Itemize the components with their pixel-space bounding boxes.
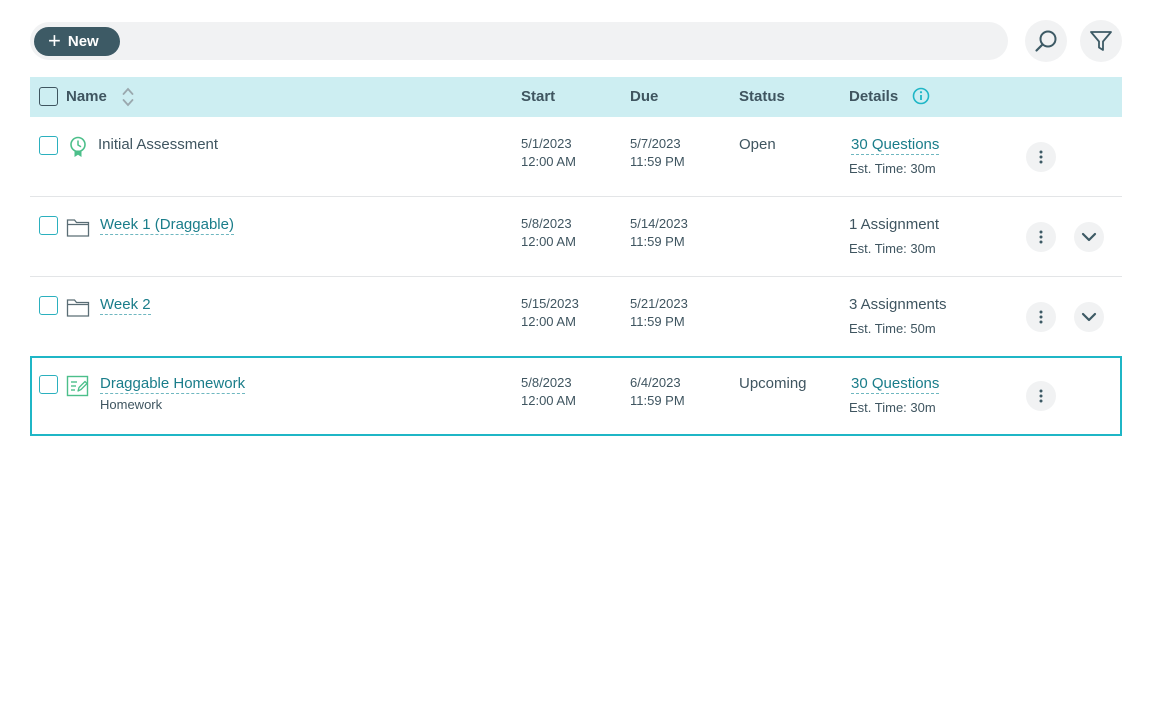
header-name[interactable]: Name xyxy=(66,77,107,117)
header-start: Start xyxy=(521,88,556,105)
row-checkbox[interactable] xyxy=(39,136,58,155)
assessment-badge-icon xyxy=(70,136,86,157)
assignment-count: 3 Assignments xyxy=(849,296,947,313)
est-time: Est. Time: 30m xyxy=(849,241,936,256)
more-options-button[interactable] xyxy=(1026,381,1056,411)
new-button-label: New xyxy=(67,33,99,50)
est-time: Est. Time: 50m xyxy=(849,321,936,336)
folder-icon xyxy=(66,219,90,237)
toolbar xyxy=(30,22,1008,60)
header-details: Details xyxy=(849,88,899,105)
table-row[interactable]: Draggable Homework Homework 5/8/2023 12:0… xyxy=(30,356,1122,436)
item-name-link[interactable]: Week 1 (Draggable) xyxy=(100,216,234,235)
start-date: 5/1/2023 12:00 AM xyxy=(521,136,576,169)
assignment-count: 1 Assignment xyxy=(849,216,940,233)
row-checkbox[interactable] xyxy=(39,216,58,235)
expand-button[interactable] xyxy=(1074,302,1104,332)
kebab-icon xyxy=(1039,150,1043,164)
table-row[interactable]: Week 2 5/15/2023 12:00 AM 5/21/2023 11:59 … xyxy=(30,277,1122,357)
kebab-icon xyxy=(1039,230,1043,244)
start-date: 5/8/2023 12:00 AM xyxy=(521,375,576,408)
item-type-label: Homework xyxy=(100,397,163,412)
due-date: 5/14/2023 11:59 PM xyxy=(630,216,688,249)
due-date: 5/7/2023 11:59 PM xyxy=(630,136,685,169)
item-name-link[interactable]: Week 2 xyxy=(100,296,151,315)
status-text: Open xyxy=(739,136,776,153)
filter-button[interactable] xyxy=(1080,20,1122,62)
item-name-link[interactable]: Draggable Homework xyxy=(100,375,246,394)
filter-icon xyxy=(1090,31,1112,51)
select-all-checkbox[interactable] xyxy=(39,87,58,106)
more-options-button[interactable] xyxy=(1026,302,1056,332)
item-name: Initial Assessment xyxy=(98,136,219,153)
header-due: Due xyxy=(630,88,659,105)
folder-icon xyxy=(66,299,90,317)
sort-icon[interactable] xyxy=(122,86,134,108)
table-row[interactable]: Initial Assessment 5/1/2023 12:00 AM 5/7/… xyxy=(30,117,1122,197)
row-checkbox[interactable] xyxy=(39,375,58,394)
start-date: 5/8/2023 12:00 AM xyxy=(521,216,576,249)
kebab-icon xyxy=(1039,389,1043,403)
more-options-button[interactable] xyxy=(1026,142,1056,172)
chevron-down-icon xyxy=(1081,232,1097,242)
start-date: 5/15/2023 12:00 AM xyxy=(521,296,579,329)
new-button[interactable]: + New xyxy=(34,27,120,56)
expand-button[interactable] xyxy=(1074,222,1104,252)
more-options-button[interactable] xyxy=(1026,222,1056,252)
plus-icon: + xyxy=(48,27,61,53)
search-button[interactable] xyxy=(1025,20,1067,62)
status-text: Upcoming xyxy=(739,375,807,392)
table-row[interactable]: Week 1 (Draggable) 5/8/2023 12:00 AM 5/14… xyxy=(30,197,1122,277)
kebab-icon xyxy=(1039,310,1043,324)
est-time: Est. Time: 30m xyxy=(849,400,936,415)
search-icon xyxy=(1035,30,1057,52)
due-date: 5/21/2023 11:59 PM xyxy=(630,296,688,329)
header-status: Status xyxy=(739,88,785,105)
questions-link[interactable]: 30 Questions xyxy=(851,136,940,155)
est-time: Est. Time: 30m xyxy=(849,161,936,176)
due-date: 6/4/2023 11:59 PM xyxy=(630,375,685,408)
questions-link[interactable]: 30 Questions xyxy=(851,375,940,394)
info-icon[interactable] xyxy=(912,87,930,105)
chevron-down-icon xyxy=(1081,312,1097,322)
row-checkbox[interactable] xyxy=(39,296,58,315)
homework-icon xyxy=(66,375,89,397)
table-header: Name Start Due Status Details xyxy=(30,77,1122,117)
